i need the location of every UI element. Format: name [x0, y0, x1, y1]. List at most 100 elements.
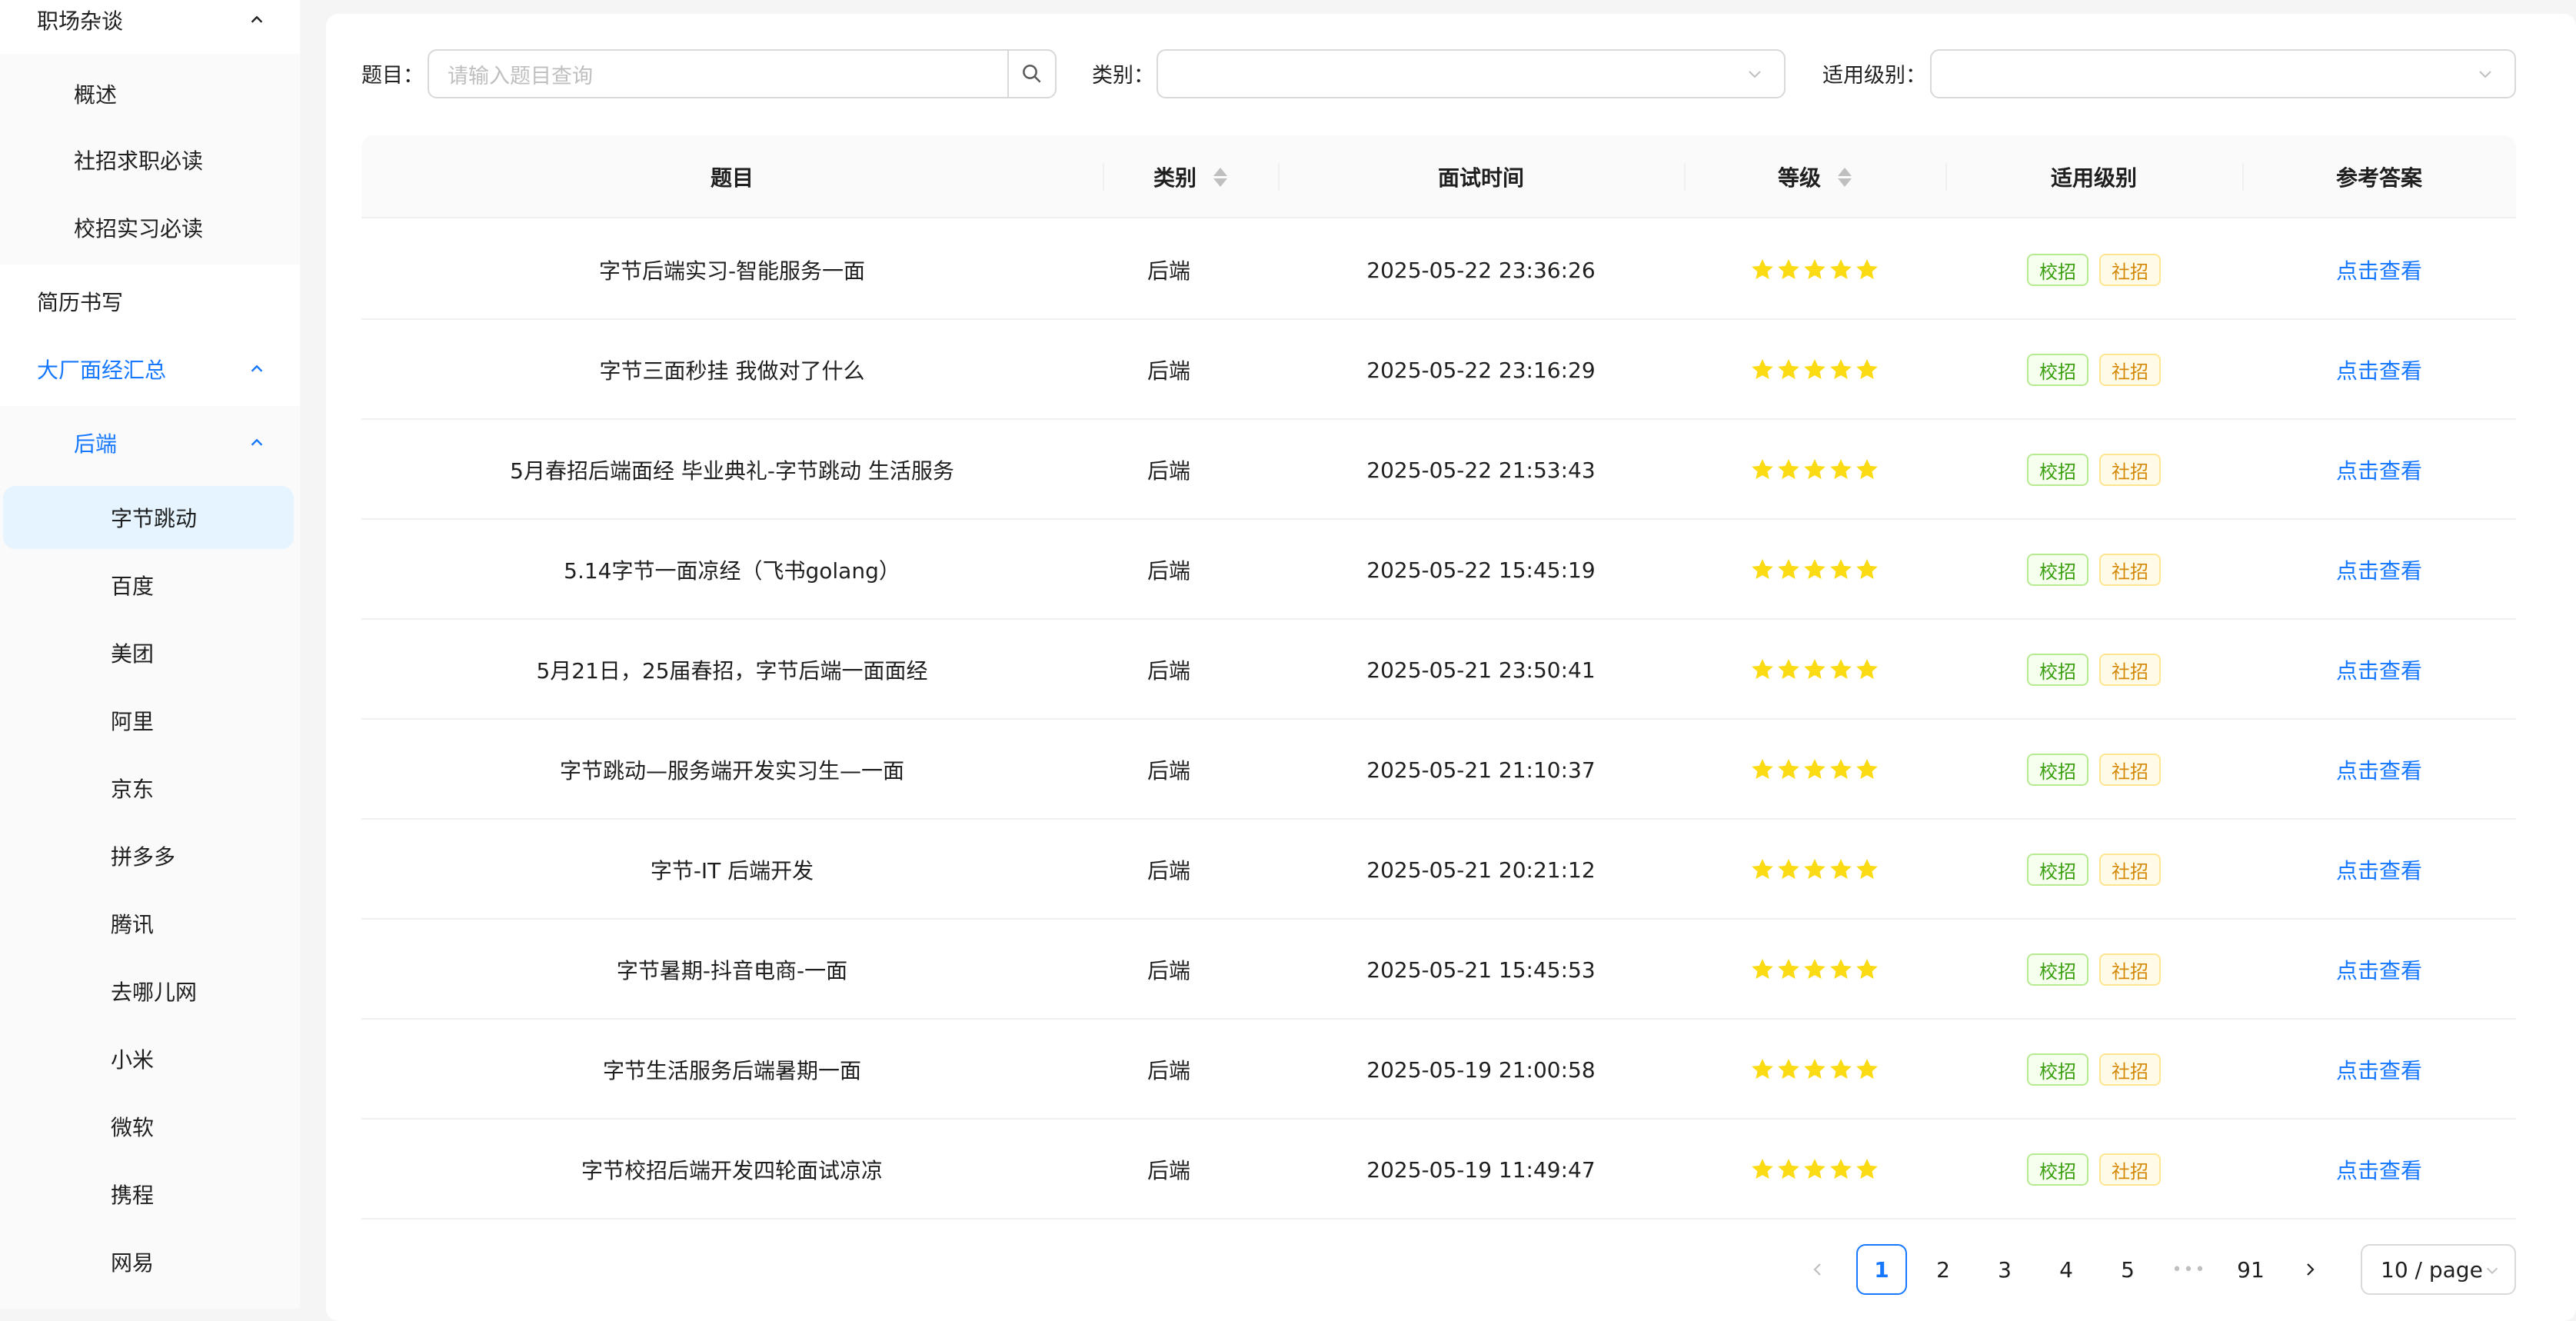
page-4[interactable]: 4	[2041, 1244, 2092, 1295]
cell-rating	[1684, 320, 1945, 420]
cell-title: 字节后端实习-智能服务一面	[598, 258, 866, 284]
view-answer-link[interactable]: 点击查看	[2242, 1120, 2516, 1220]
sidebar-item-meituan[interactable]: 美团	[0, 621, 154, 684]
star-icon	[1856, 959, 1878, 979]
page-size-select[interactable]: 10 / page	[2361, 1244, 2516, 1295]
sidebar-item-netease[interactable]: 网易	[0, 1230, 154, 1293]
star-rating	[1750, 657, 1879, 682]
cell-category: 后端	[1147, 458, 1190, 484]
view-answer-link[interactable]: 点击查看	[2242, 220, 2516, 320]
sidebar-item-overview[interactable]: 概述	[0, 63, 117, 125]
sidebar-item-jd[interactable]: 京东	[0, 757, 154, 820]
column-header-rating[interactable]: 等级	[1684, 135, 1945, 218]
sidebar-item-baidu[interactable]: 百度	[0, 554, 154, 617]
star-rating	[1750, 557, 1879, 582]
view-answer-link[interactable]: 点击查看	[2242, 1020, 2516, 1120]
cell-category: 后端	[1147, 558, 1190, 584]
view-answer-link[interactable]: 点击查看	[2242, 520, 2516, 620]
view-answer-link[interactable]: 点击查看	[2242, 720, 2516, 820]
cell-level: 校招 社招	[1945, 520, 2242, 620]
cell-level: 校招 社招	[1945, 320, 2242, 420]
view-answer-link[interactable]: 点击查看	[2242, 820, 2516, 920]
view-answer-link[interactable]: 点击查看	[2242, 620, 2516, 720]
sidebar-item-label: 简历书写	[37, 290, 124, 315]
next-page-button[interactable]	[2288, 1244, 2331, 1295]
star-icon	[1752, 1159, 1773, 1179]
cell-rating	[1684, 720, 1945, 820]
cell-rating	[1684, 620, 1945, 720]
cell-title: 字节跳动—服务端开发实习生—一面	[559, 758, 904, 784]
tag-campus: 校招	[2027, 454, 2088, 486]
star-icon	[1830, 759, 1852, 779]
page-2[interactable]: 2	[1918, 1244, 1969, 1295]
sidebar-item-microsoft[interactable]: 微软	[0, 1095, 154, 1158]
sidebar-item-pinduoduo[interactable]: 拼多多	[0, 824, 175, 887]
category-select[interactable]	[1157, 49, 1786, 98]
sidebar-item-alibaba[interactable]: 阿里	[0, 689, 154, 752]
sort-icon[interactable]	[1838, 167, 1852, 187]
cell-level: 校招 社招	[1945, 920, 2242, 1020]
cell-time: 2025-05-19 11:49:47	[1366, 1156, 1596, 1183]
tag-campus: 校招	[2027, 254, 2088, 286]
level-select[interactable]	[1930, 49, 2516, 98]
page-3[interactable]: 3	[1979, 1244, 2030, 1295]
page-last[interactable]: 91	[2225, 1244, 2276, 1295]
star-icon	[1856, 559, 1878, 579]
title-filter-label: 题目：	[361, 64, 424, 88]
search-button[interactable]	[1007, 49, 1057, 98]
sidebar-item-big-tech[interactable]: 大厂面经汇总	[0, 338, 300, 400]
sidebar-item-campus-recruit[interactable]: 校招实习必读	[0, 197, 203, 258]
title-search-input[interactable]: 请输入题目查询	[428, 49, 1009, 98]
cell-title: 5月春招后端面经 毕业典礼-字节跳动 生活服务	[510, 458, 954, 484]
page-1[interactable]: 1	[1856, 1244, 1907, 1295]
cell-time: 2025-05-21 21:10:37	[1366, 757, 1596, 783]
star-icon	[1778, 1159, 1799, 1179]
sidebar-item-label: 美团	[111, 641, 155, 667]
cell-time: 2025-05-21 15:45:53	[1366, 957, 1596, 983]
star-rating	[1750, 358, 1879, 382]
sidebar-item-social-recruit[interactable]: 社招求职必读	[0, 129, 203, 191]
sidebar-item-tencent[interactable]: 腾讯	[0, 892, 154, 955]
sidebar-item-ctrip[interactable]: 携程	[0, 1163, 154, 1226]
table-row: 字节-IT 后端开发 后端 2025-05-21 20:21:12 校招 社招 …	[361, 820, 2516, 920]
sidebar-item-resume[interactable]: 简历书写	[0, 271, 123, 332]
sidebar-item-label: 字节跳动	[111, 506, 198, 531]
sidebar-item-workplace[interactable]: 职场杂谈	[0, 0, 300, 40]
star-icon	[1778, 659, 1799, 679]
chevron-down-icon	[1749, 71, 1761, 78]
sidebar-item-xiaomi[interactable]: 小米	[0, 1027, 154, 1090]
table-row: 字节生活服务后端暑期一面 后端 2025-05-19 21:00:58 校招 社…	[361, 1020, 2516, 1120]
star-icon	[1830, 1159, 1852, 1179]
sidebar-item-label: 拼多多	[111, 844, 176, 870]
table-header: 题目 类别 面试时间 等级 适用级别 参考答案	[361, 135, 2516, 218]
star-icon	[1804, 459, 1825, 479]
sidebar-item-bytedance[interactable]: 字节跳动	[0, 486, 197, 549]
sidebar-item-label: 后端	[74, 431, 118, 457]
sidebar-item-backend[interactable]: 后端	[0, 412, 300, 474]
star-rating	[1750, 757, 1879, 782]
tag-campus: 校招	[2027, 1153, 2088, 1186]
category-filter-label: 类别：	[1092, 64, 1154, 88]
tag-social: 社招	[2099, 953, 2161, 986]
chevron-down-icon	[2486, 1267, 2498, 1274]
prev-page-button[interactable]	[1796, 1244, 1839, 1295]
sort-icon[interactable]	[1213, 167, 1227, 187]
star-icon	[1752, 1059, 1773, 1079]
column-header-category[interactable]: 类别	[1103, 135, 1278, 218]
page-ellipsis[interactable]: •••	[2164, 1244, 2215, 1295]
cell-rating	[1684, 520, 1945, 620]
cell-time: 2025-05-22 23:36:26	[1366, 257, 1596, 283]
cell-title: 字节暑期-抖音电商-一面	[616, 958, 848, 983]
sidebar-item-label: 概述	[74, 82, 118, 108]
view-answer-link[interactable]: 点击查看	[2242, 920, 2516, 1020]
star-icon	[1856, 459, 1878, 479]
page-5[interactable]: 5	[2102, 1244, 2153, 1295]
star-icon	[1830, 659, 1852, 679]
sidebar-item-qunar[interactable]: 去哪儿网	[0, 960, 197, 1023]
cell-level: 校招 社招	[1945, 620, 2242, 720]
tag-campus: 校招	[2027, 354, 2088, 386]
cell-category: 后端	[1147, 358, 1190, 384]
view-answer-link[interactable]: 点击查看	[2242, 420, 2516, 520]
star-icon	[1804, 559, 1825, 579]
view-answer-link[interactable]: 点击查看	[2242, 320, 2516, 420]
